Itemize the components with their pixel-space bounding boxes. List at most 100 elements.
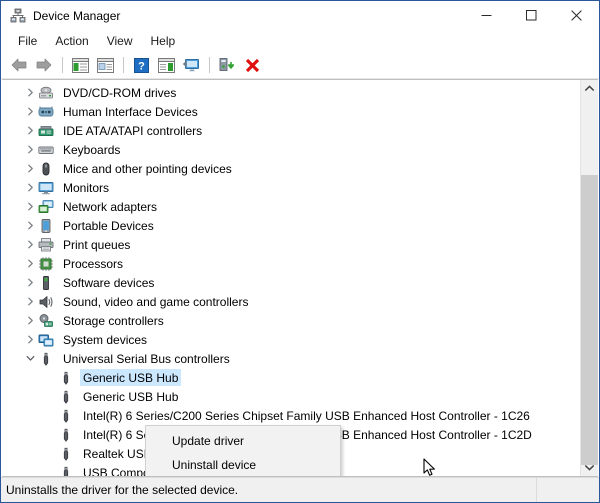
tree-row[interactable]: Sound, video and game controllers [2,292,581,311]
close-button[interactable] [554,1,599,30]
chevron-right-icon[interactable] [22,332,38,348]
chevron-right-icon[interactable] [22,294,38,310]
tree-row[interactable]: Storage controllers [2,311,581,330]
menu-item-file[interactable]: File [9,32,46,50]
printer-icon [38,237,54,253]
context-menu[interactable]: Update driverUninstall deviceScan for ha… [145,425,341,476]
context-menu-item[interactable]: Update driver [146,429,340,453]
tree-row-label: Mice and other pointing devices [63,161,232,176]
menu-item-help[interactable]: Help [142,32,185,50]
usb-plug-icon [58,370,74,386]
tree-row-label: DVD/CD-ROM drives [63,85,177,100]
maximize-button[interactable] [509,1,554,30]
software-device-icon [38,275,54,291]
chevron-right-icon[interactable] [22,123,38,139]
storage-controller-icon [38,313,54,329]
chevron-right-icon[interactable] [22,256,38,272]
update-driver-icon[interactable] [215,54,239,76]
device-tree[interactable]: DVD/CD-ROM drives Human Interface Devices… [2,80,581,476]
tree-row[interactable]: Software devices [2,273,581,292]
tree-row[interactable]: Generic USB Hub [2,387,581,406]
chevron-right-icon[interactable] [22,161,38,177]
tree-row-label: Portable Devices [63,218,154,233]
device-tree-panel: DVD/CD-ROM drives Human Interface Devices… [2,79,598,477]
portable-device-icon [38,218,54,234]
tree-row-label: Intel(R) 6 Series/C200 Series Chipset Fa… [83,408,530,423]
tree-row-label: IDE ATA/ATAPI controllers [63,123,203,138]
chevron-right-icon[interactable] [22,199,38,215]
back-arrow-icon[interactable] [7,54,31,76]
tree-row[interactable]: Processors [2,254,581,273]
tree-row[interactable]: Keyboards [2,140,581,159]
context-menu-item[interactable]: Uninstall device [146,453,340,476]
tree-row[interactable]: Monitors [2,178,581,197]
sound-icon [38,294,54,310]
chevron-right-icon[interactable] [22,237,38,253]
system-device-icon [38,332,54,348]
menu-item-view[interactable]: View [98,32,142,50]
chevron-right-icon[interactable] [22,218,38,234]
menu-item-action[interactable]: Action [46,32,97,50]
scrollbar-thumb[interactable] [581,175,598,465]
forward-arrow-icon[interactable] [32,54,56,76]
network-adapter-icon [38,199,54,215]
tree-row-label: Keyboards [63,142,121,157]
tree-row-label: Human Interface Devices [63,104,198,119]
tree-row[interactable]: IDE ATA/ATAPI controllers [2,121,581,140]
minimize-button[interactable] [464,1,509,30]
tree-row[interactable]: System devices [2,330,581,349]
vertical-scrollbar[interactable] [580,80,598,476]
window-title: Device Manager [33,8,121,23]
ide-controller-icon [38,123,54,139]
tree-row-label: Print queues [63,237,131,252]
tree-row[interactable]: Generic USB Hub [2,368,581,387]
usb-plug-icon [58,446,74,462]
tree-row-label: Generic USB Hub [80,369,182,386]
help-question-icon[interactable]: ? [129,54,153,76]
action-pane-icon[interactable] [154,54,178,76]
usb-plug-icon [58,427,74,443]
chevron-right-icon[interactable] [22,275,38,291]
properties-panel-icon[interactable] [93,54,117,76]
usb-plug-icon [58,389,74,405]
usb-plug-icon [58,408,74,424]
scroll-up-arrow-icon[interactable] [581,80,598,97]
tree-row-label: Software devices [63,275,155,290]
chevron-right-icon[interactable] [22,104,38,120]
chevron-down-icon[interactable] [22,351,38,367]
monitor-icon [38,180,54,196]
keyboard-icon [38,142,54,158]
tree-row[interactable]: Network adapters [2,197,581,216]
scroll-down-arrow-icon[interactable] [581,459,598,476]
menu-bar: File Action View Help [1,30,599,52]
tree-row-label: Network adapters [63,199,158,214]
tree-row[interactable]: DVD/CD-ROM drives [2,83,581,102]
title-bar: Device Manager [1,1,599,30]
status-bar-panel [536,478,599,502]
tree-row-label: Sound, video and game controllers [63,294,249,309]
toolbar: ? [1,52,599,79]
chevron-right-icon[interactable] [22,142,38,158]
tree-row[interactable]: Portable Devices [2,216,581,235]
console-tree-icon[interactable] [68,54,92,76]
chevron-right-icon[interactable] [22,313,38,329]
monitor-scan-icon[interactable] [179,54,203,76]
toolbar-separator-3 [209,57,210,73]
chevron-right-icon[interactable] [22,180,38,196]
usb-plug-icon [58,465,74,476]
tree-row-label: Processors [63,256,124,271]
tree-row-label: Monitors [63,180,110,195]
status-bar-text: Uninstalls the driver for the selected d… [6,483,239,497]
tree-row-label: Generic USB Hub [83,389,179,404]
tree-row[interactable]: Print queues [2,235,581,254]
window-controls [464,1,599,30]
status-bar: Uninstalls the driver for the selected d… [1,477,599,502]
red-x-icon[interactable] [240,54,264,76]
tree-row[interactable]: Mice and other pointing devices [2,159,581,178]
tree-row[interactable]: Intel(R) 6 Series/C200 Series Chipset Fa… [2,406,581,425]
device-manager-icon [10,8,26,24]
tree-row[interactable]: Human Interface Devices [2,102,581,121]
chevron-right-icon[interactable] [22,85,38,101]
hid-icon [38,104,54,120]
tree-row[interactable]: Universal Serial Bus controllers [2,349,581,368]
